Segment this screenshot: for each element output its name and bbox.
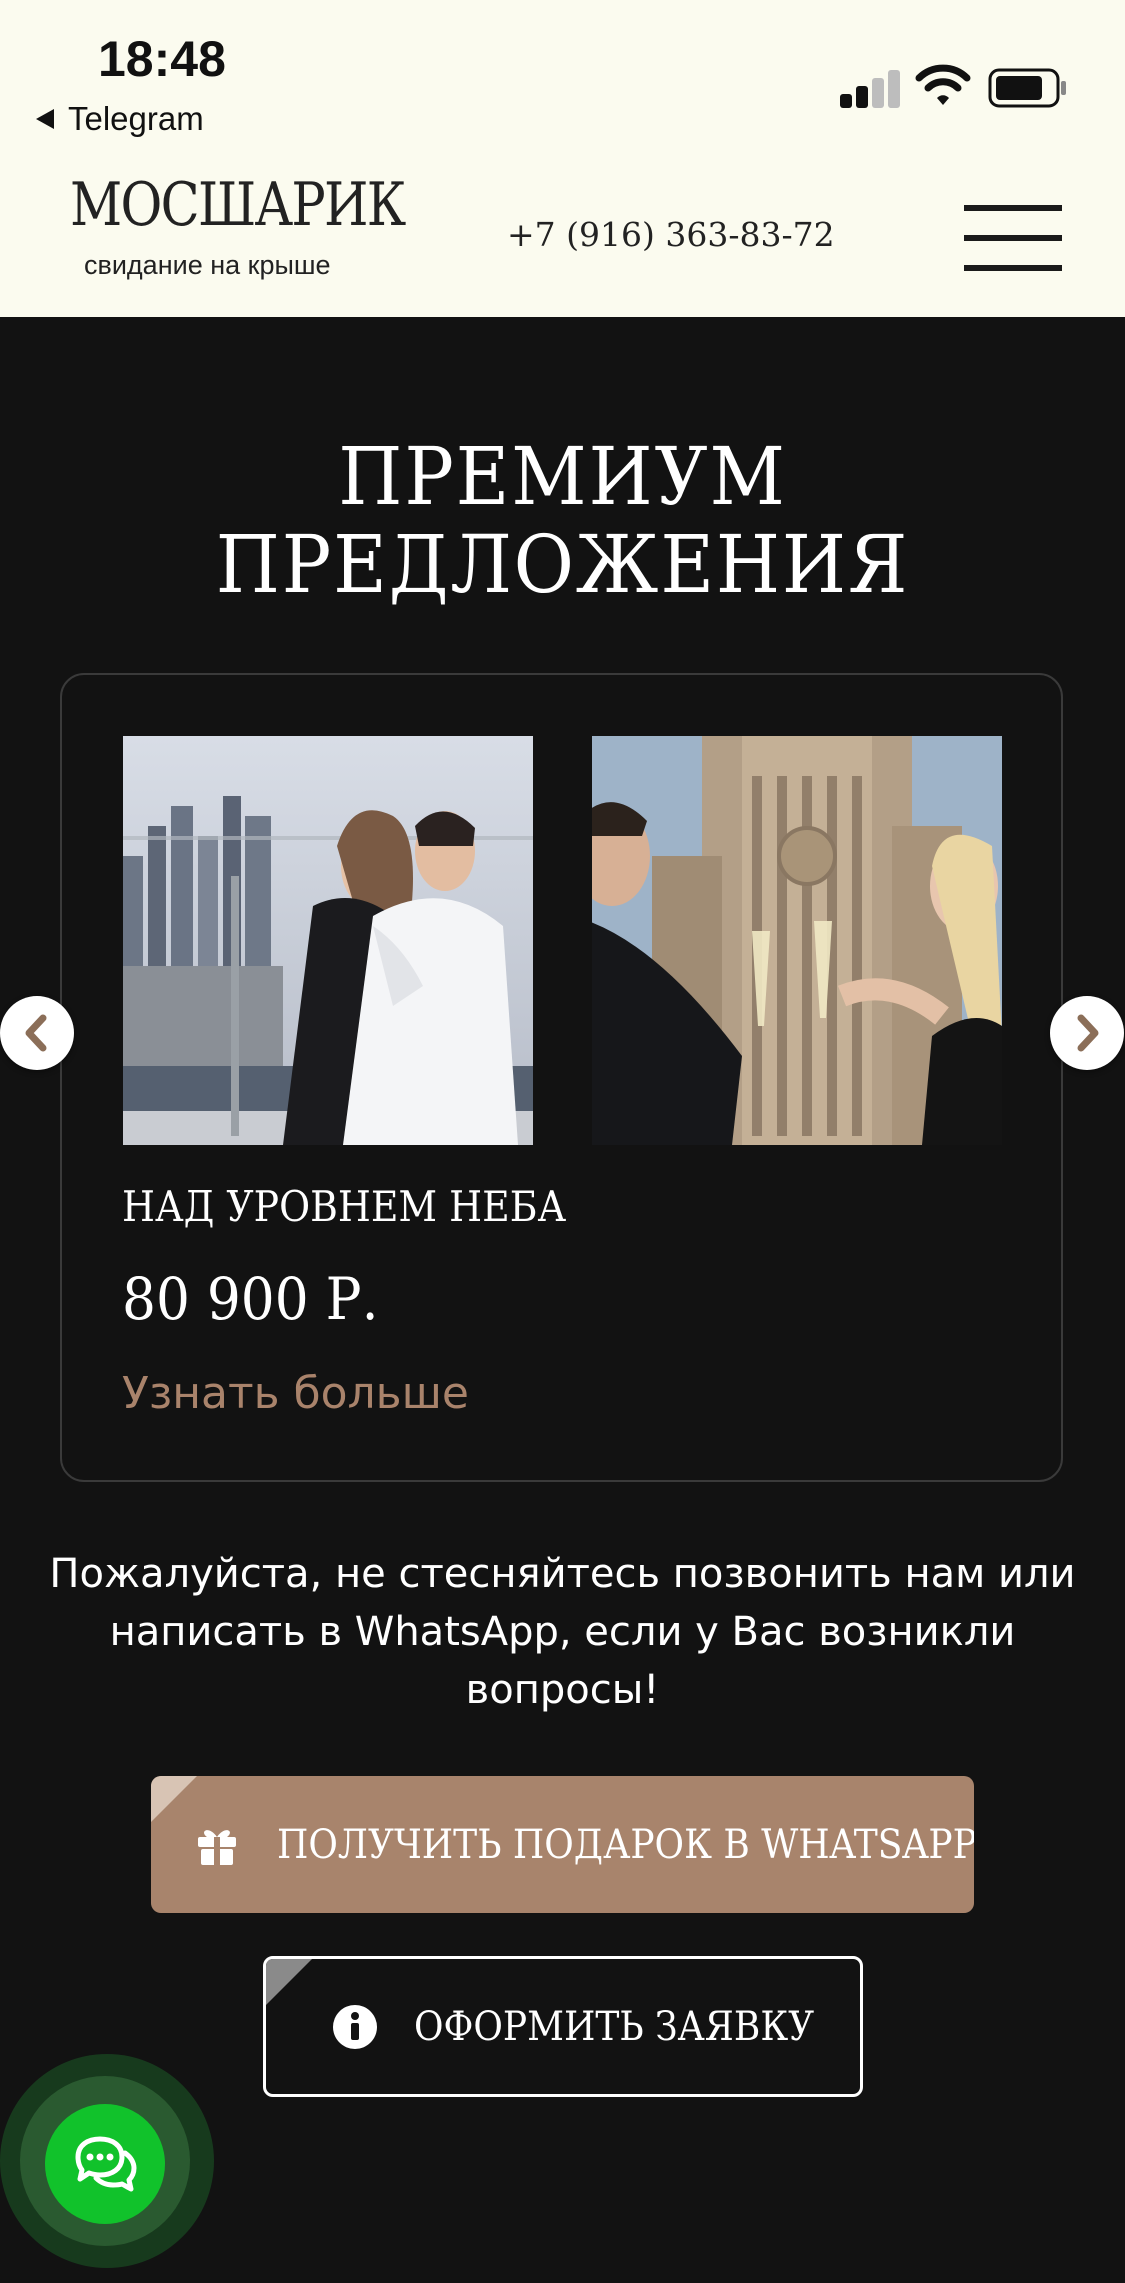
back-arrow-icon <box>36 109 54 130</box>
logo[interactable]: МОСШАРИК <box>70 170 406 240</box>
logo-subtitle: свидание на крыше <box>84 250 331 280</box>
carousel-prev-button[interactable] <box>0 996 74 1070</box>
wifi-icon <box>915 64 971 105</box>
battery-icon <box>988 68 1066 108</box>
section-title-line1: ПРЕМИУМ <box>338 430 787 523</box>
chat-bubbles-icon <box>75 2136 137 2192</box>
info-icon <box>333 2004 377 2049</box>
gift-button-label: ПОЛУЧИТЬ ПОДАРОК В WHATSAPP <box>277 1821 974 1868</box>
button-corner-accent <box>151 1776 197 1822</box>
back-to-telegram-link[interactable]: Telegram <box>36 100 204 138</box>
learn-more-link[interactable]: Узнать больше <box>122 1368 469 1419</box>
contact-note: Пожалуйста, не стесняйтесь позвонить нам… <box>49 1551 1076 1713</box>
hamburger-menu-icon[interactable] <box>964 205 1062 271</box>
section-title-line2: ПРЕДЛОЖЕНИЯ <box>215 518 910 611</box>
back-label: Telegram <box>68 100 204 137</box>
offer-photo-champagne-toast[interactable] <box>592 736 1002 1145</box>
button-corner-accent <box>266 1959 312 2005</box>
submit-request-button[interactable]: ОФОРМИТЬ ЗАЯВКУ <box>263 1956 863 2097</box>
offer-price: 80 900 Р. <box>122 1265 379 1333</box>
status-time: 18:48 <box>98 31 226 87</box>
chevron-right-icon <box>1077 1014 1099 1052</box>
carousel-next-button[interactable] <box>1050 996 1124 1070</box>
apply-button-label: ОФОРМИТЬ ЗАЯВКУ <box>414 2003 815 2050</box>
cellular-signal-icon <box>840 70 902 108</box>
offer-photo-rooftop-couple[interactable] <box>123 736 533 1145</box>
offer-title: НАД УРОВНЕМ НЕБА <box>122 1182 567 1231</box>
phone-link[interactable]: +7 (916) 363-83-72 <box>507 215 835 254</box>
chevron-left-icon <box>25 1014 47 1052</box>
gift-icon <box>198 1829 236 1865</box>
chat-widget-button[interactable] <box>45 2104 165 2224</box>
get-gift-whatsapp-button[interactable]: ПОЛУЧИТЬ ПОДАРОК В WHATSAPP <box>151 1776 974 1913</box>
